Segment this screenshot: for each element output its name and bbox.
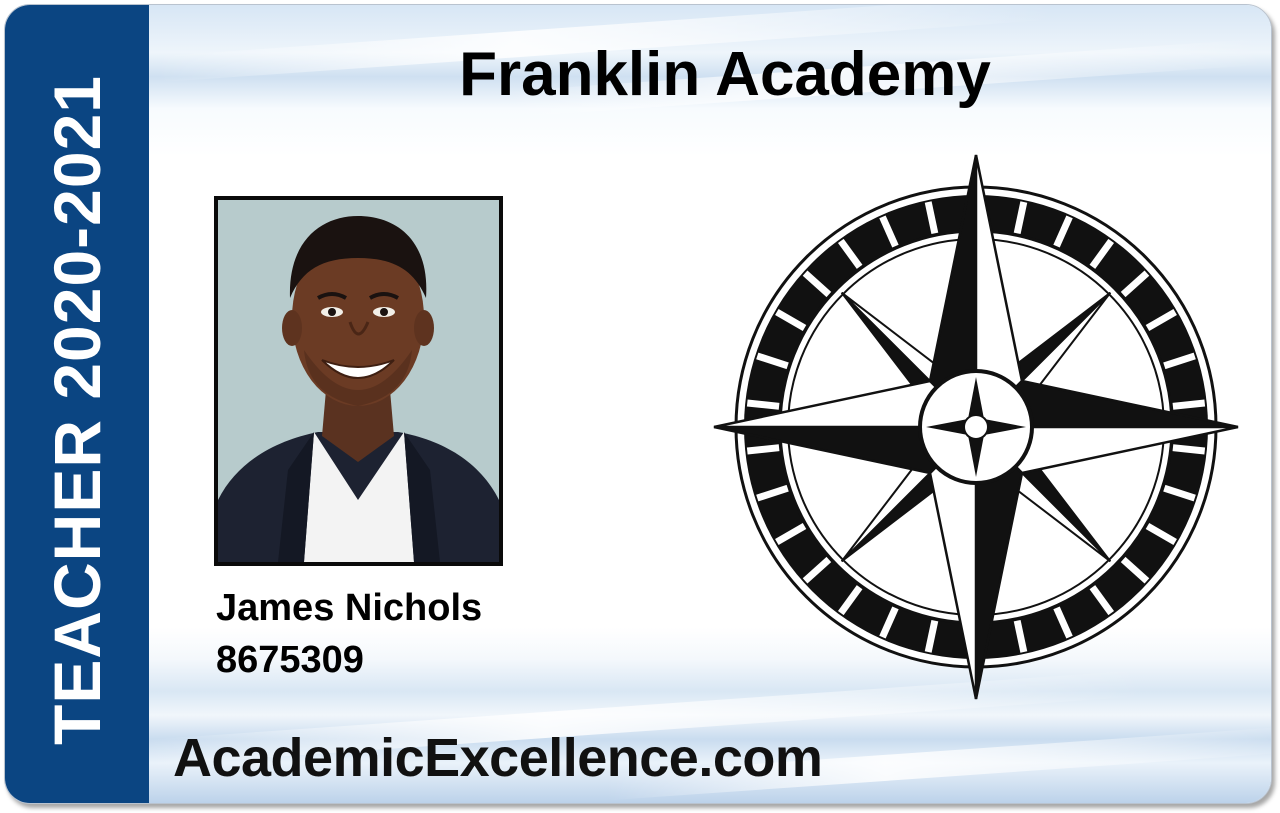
id-card: TEACHER 2020-2021 Franklin Academy James…: [4, 4, 1272, 804]
compass-rose-icon: [713, 154, 1239, 700]
role-sidebar: TEACHER 2020-2021: [5, 5, 149, 803]
school-name: Franklin Academy: [459, 40, 991, 109]
website-url: AcademicExcellence.com: [173, 728, 823, 788]
role-year-label: TEACHER 2020-2021: [40, 75, 114, 745]
person-id: 8675309: [216, 639, 364, 681]
person-name: James Nichols: [216, 587, 483, 629]
portrait-illustration: [218, 200, 499, 562]
portrait-photo: [214, 196, 503, 566]
